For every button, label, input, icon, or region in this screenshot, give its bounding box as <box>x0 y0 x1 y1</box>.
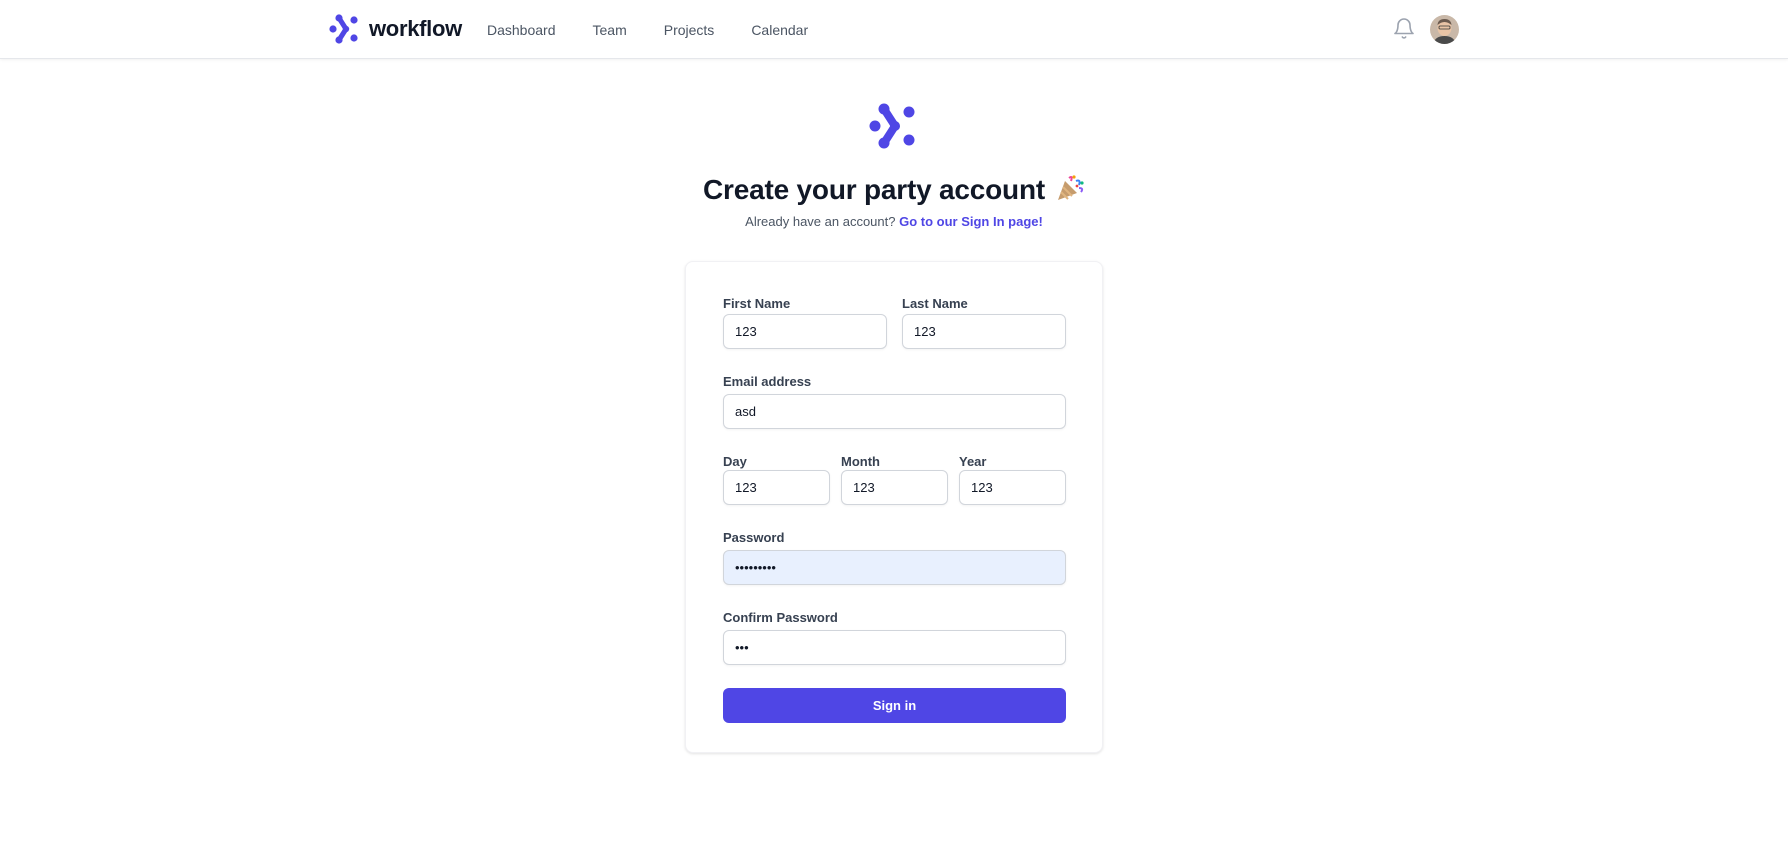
main-nav: Dashboard Team Projects Calendar <box>487 0 845 59</box>
workflow-logo-icon <box>329 14 358 44</box>
bell-icon[interactable] <box>1392 17 1416 41</box>
confirm-password-input[interactable] <box>723 630 1066 665</box>
nav-item-projects[interactable]: Projects <box>664 22 715 38</box>
top-navbar: workflow Dashboard Team Projects Calenda… <box>0 0 1788 59</box>
password-label: Password <box>723 530 785 545</box>
nav-item-team[interactable]: Team <box>593 22 627 38</box>
brand-name: workflow <box>369 16 462 41</box>
month-label: Month <box>841 454 880 469</box>
avatar-image <box>1430 15 1459 44</box>
day-input[interactable] <box>723 470 830 505</box>
email-input[interactable] <box>723 394 1066 429</box>
year-input[interactable] <box>959 470 1066 505</box>
party-popper-icon <box>1058 175 1084 200</box>
user-avatar[interactable] <box>1430 15 1459 44</box>
page-title-text: Create your party account <box>703 174 1045 205</box>
day-label: Day <box>723 454 747 469</box>
signin-link[interactable]: Go to our Sign In page! <box>899 214 1043 229</box>
last-name-input[interactable] <box>902 314 1066 349</box>
sign-in-button[interactable]: Sign in <box>723 688 1066 723</box>
workflow-logo-icon <box>869 103 915 149</box>
last-name-label: Last Name <box>902 296 968 311</box>
year-label: Year <box>959 454 987 469</box>
month-input[interactable] <box>841 470 948 505</box>
first-name-label: First Name <box>723 296 791 311</box>
signin-prompt: Already have an account? Go to our Sign … <box>0 214 1788 229</box>
signup-form: First Name Last Name Email address Day M… <box>685 261 1103 753</box>
nav-item-calendar[interactable]: Calendar <box>751 22 808 38</box>
confirm-password-label: Confirm Password <box>723 610 838 625</box>
page-title: Create your party account <box>0 173 1788 206</box>
signin-prompt-text: Already have an account? <box>745 214 896 229</box>
password-input[interactable] <box>723 550 1066 585</box>
first-name-input[interactable] <box>723 314 887 349</box>
email-label: Email address <box>723 374 812 389</box>
brand[interactable]: workflow <box>328 13 462 45</box>
nav-item-dashboard[interactable]: Dashboard <box>487 22 556 38</box>
